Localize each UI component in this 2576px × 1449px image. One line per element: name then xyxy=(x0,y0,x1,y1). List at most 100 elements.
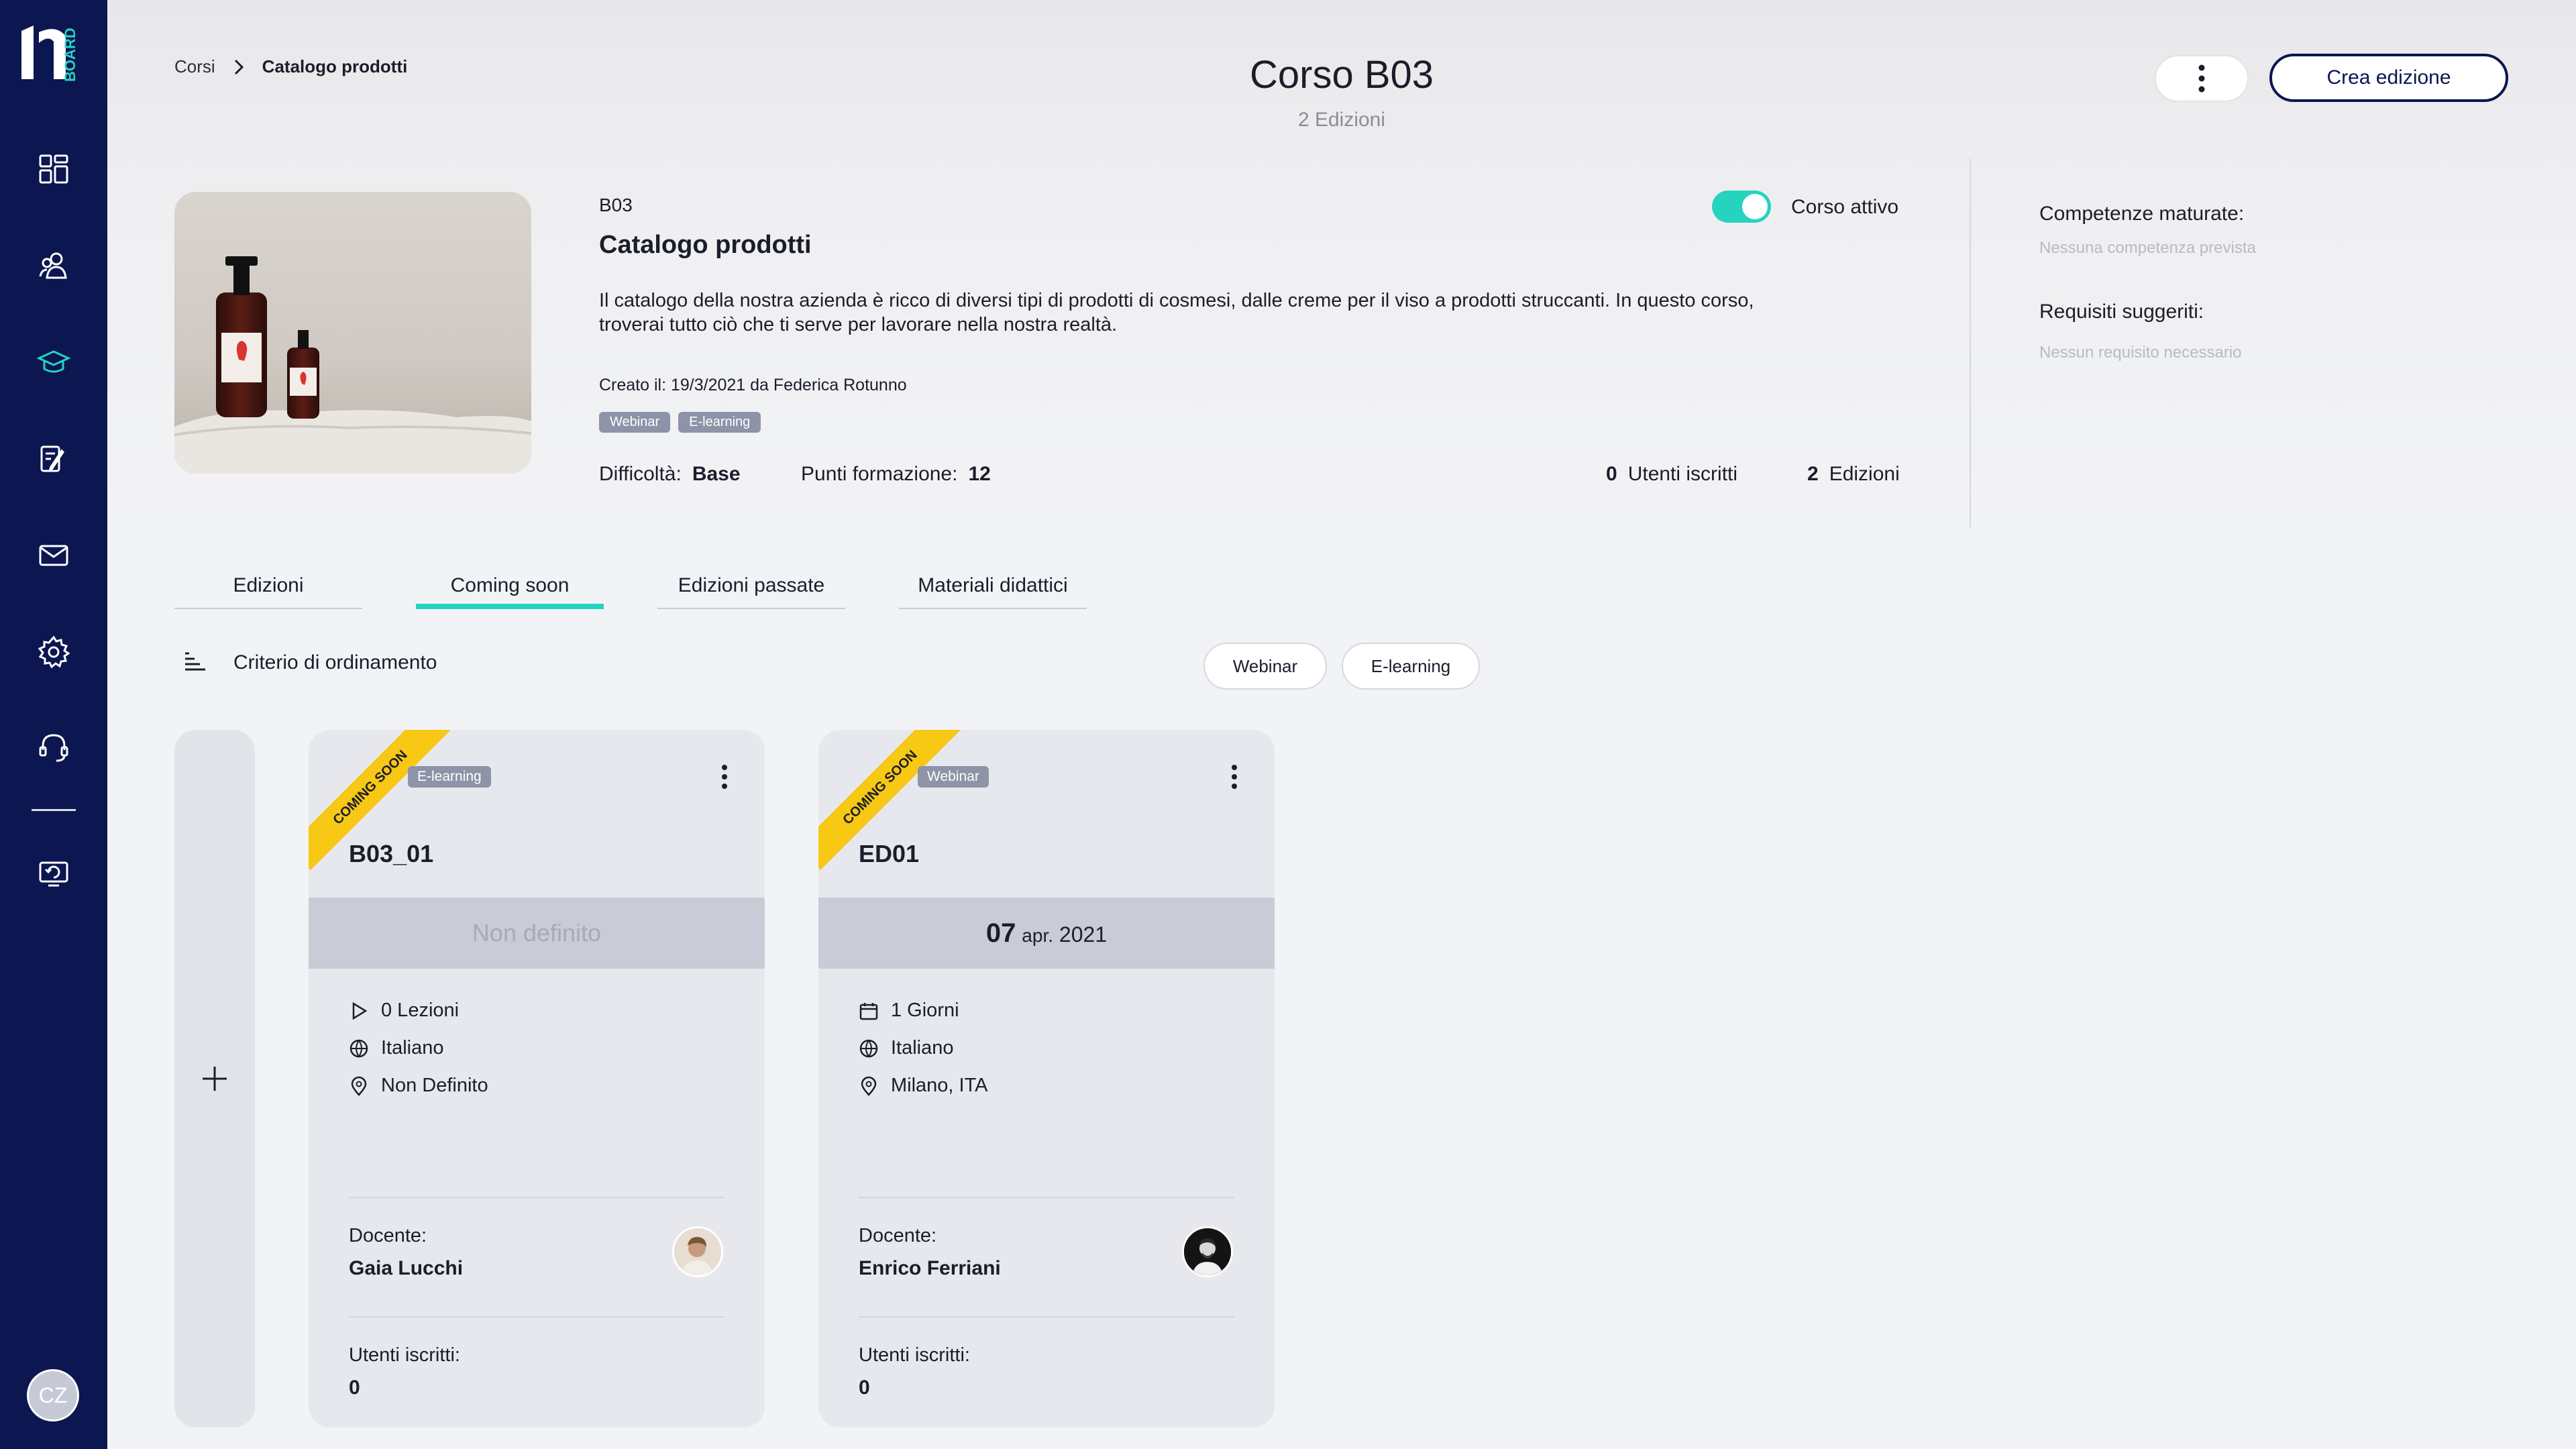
dashboard-icon[interactable] xyxy=(34,149,74,189)
course-description: Il catalogo della nostra azienda è ricco… xyxy=(599,288,1914,337)
page-title: Corso B03 xyxy=(1249,53,1434,97)
edition-date: 07 apr. 2021 xyxy=(986,918,1107,949)
course-created: Creato il: 19/3/2021 da Federica Rotunno xyxy=(599,376,907,394)
plus-icon xyxy=(203,1067,227,1091)
chevron-right-icon xyxy=(234,59,244,74)
svg-text:BOARD: BOARD xyxy=(62,28,78,82)
user-avatar[interactable]: CZ xyxy=(27,1369,79,1421)
card-tag: E-learning xyxy=(408,766,491,788)
create-edition-button[interactable]: Crea edizione xyxy=(2269,54,2508,102)
page-subtitle: 2 Edizioni xyxy=(1297,109,1386,131)
courses-icon[interactable] xyxy=(34,342,74,382)
users-value: 0 xyxy=(859,1377,870,1399)
sort-control[interactable]: Criterio di ordinamento xyxy=(182,651,437,675)
card-info-location: Non Definito xyxy=(349,1075,488,1097)
tab-editions[interactable]: Edizioni xyxy=(174,574,362,609)
info-text: 0 Lezioni xyxy=(381,1000,460,1021)
tag-elearning: E-learning xyxy=(678,412,761,433)
play-icon xyxy=(352,1002,368,1020)
tab-materials[interactable]: Materiali didattici xyxy=(899,574,1087,609)
card-info-location: Milano, ITA xyxy=(859,1075,988,1097)
course-active-label: Corso attivo xyxy=(1791,196,1899,218)
sidebar-divider xyxy=(32,809,76,811)
breadcrumb-current: Catalogo prodotti xyxy=(262,56,408,76)
course-image xyxy=(174,192,531,474)
card-info-days: 1 Giorni xyxy=(859,1000,959,1022)
course-tags: Webinar E-learning xyxy=(599,412,761,433)
support-icon[interactable] xyxy=(34,727,74,767)
difficulty-label: Difficoltà: xyxy=(599,463,682,485)
globe-icon xyxy=(350,1039,368,1058)
editions-count: 2 Edizioni xyxy=(1807,463,1900,486)
card-divider xyxy=(859,1197,1234,1198)
breadcrumb: Corsi Catalogo prodotti xyxy=(174,56,407,77)
date-undefined: Non definito xyxy=(472,919,602,947)
card-kebab-icon[interactable] xyxy=(716,763,733,790)
sidebar: BOARD CZ xyxy=(0,0,107,1449)
sort-icon xyxy=(185,652,205,671)
card-date-band: Non definito xyxy=(309,898,765,969)
users-icon[interactable] xyxy=(34,246,74,286)
info-text: 1 Giorni xyxy=(891,1000,959,1021)
card-divider xyxy=(859,1316,1234,1318)
calendar-icon xyxy=(859,1002,878,1020)
teacher-name: Gaia Lucchi xyxy=(349,1257,464,1279)
training-points: Punti formazione: 12 xyxy=(801,463,991,486)
requirements-empty: Nessun requisito necessario xyxy=(2039,343,2242,362)
teacher-avatar xyxy=(1182,1226,1233,1277)
card-divider xyxy=(349,1316,724,1318)
description-line: Il catalogo della nostra azienda è ricco… xyxy=(599,290,1754,311)
date-year: 2021 xyxy=(1059,922,1108,947)
add-edition-card[interactable] xyxy=(174,730,255,1428)
users-label: Utenti iscritti: xyxy=(349,1344,460,1366)
card-info-language: Italiano xyxy=(859,1037,954,1059)
info-text: Milano, ITA xyxy=(891,1075,988,1096)
card-divider xyxy=(349,1197,724,1198)
sort-label: Criterio di ordinamento xyxy=(233,651,437,674)
users-label: Utenti iscritti: xyxy=(859,1344,970,1366)
info-text: Non Definito xyxy=(381,1075,488,1096)
requirements-title: Requisiti suggeriti: xyxy=(2039,301,2204,323)
card-title: ED01 xyxy=(859,840,920,867)
location-pin-icon xyxy=(861,1076,877,1096)
switch-icon[interactable] xyxy=(34,853,74,894)
card-kebab-icon[interactable] xyxy=(1226,763,1242,790)
users-count: 0 xyxy=(1606,463,1617,485)
edition-card[interactable]: COMING SOON E-learning B03_01 Non defini… xyxy=(309,730,765,1428)
mail-icon[interactable] xyxy=(34,535,74,576)
skills-empty: Nessuna competenza prevista xyxy=(2039,239,2256,257)
app-logo[interactable]: BOARD xyxy=(19,23,93,87)
breadcrumb-courses[interactable]: Corsi xyxy=(174,56,215,77)
card-date-band: 07 apr. 2021 xyxy=(818,898,1275,969)
edition-card[interactable]: COMING SOON Webinar ED01 07 apr. 2021 1 … xyxy=(818,730,1275,1428)
course-active-toggle[interactable] xyxy=(1712,191,1771,223)
teacher-label: Docente: xyxy=(349,1225,427,1246)
card-info-language: Italiano xyxy=(349,1037,444,1059)
date-month: apr. xyxy=(1022,924,1053,946)
date-day: 07 xyxy=(985,918,1016,948)
tag-webinar: Webinar xyxy=(599,412,671,433)
users-value: 0 xyxy=(349,1377,360,1399)
settings-icon[interactable] xyxy=(34,632,74,672)
points-value: 12 xyxy=(968,463,991,485)
difficulty: Difficoltà: Base xyxy=(599,463,741,486)
course-code: B03 xyxy=(599,195,633,215)
tab-coming-soon[interactable]: Coming soon xyxy=(416,574,604,609)
exercises-icon[interactable] xyxy=(34,439,74,479)
editions-number: 2 xyxy=(1807,463,1819,485)
filter-elearning[interactable]: E-learning xyxy=(1342,643,1480,690)
enrolled-users: 0 Utenti iscritti xyxy=(1606,463,1737,486)
teacher-name: Enrico Ferriani xyxy=(859,1257,1001,1279)
card-info-lessons: 0 Lezioni xyxy=(349,1000,459,1022)
users-label: Utenti iscritti xyxy=(1627,463,1738,485)
info-text: Italiano xyxy=(891,1037,954,1059)
more-options-button[interactable] xyxy=(2155,55,2249,102)
card-title: B03_01 xyxy=(349,840,434,867)
kebab-icon xyxy=(2198,64,2205,93)
filter-webinar[interactable]: Webinar xyxy=(1203,643,1327,690)
teacher-label: Docente: xyxy=(859,1225,937,1246)
location-pin-icon xyxy=(351,1076,367,1096)
info-text: Italiano xyxy=(381,1037,444,1059)
tab-past-editions[interactable]: Edizioni passate xyxy=(657,574,845,609)
globe-icon xyxy=(859,1039,878,1058)
